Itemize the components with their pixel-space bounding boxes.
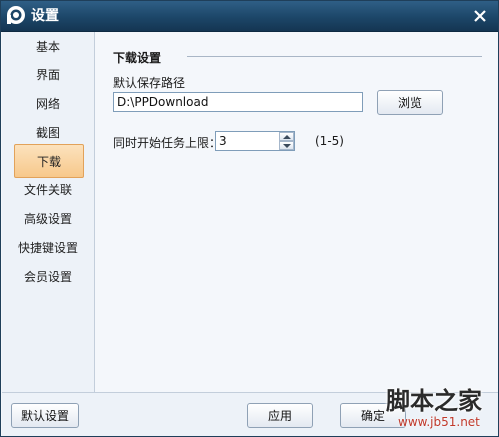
ok-button[interactable]: 确定 xyxy=(340,403,406,428)
spin-up-icon[interactable] xyxy=(279,132,294,141)
settings-window: 设置 基本 界面 网络 截图 下载 文件关联 高级设置 快捷键设置 会员设置 下… xyxy=(0,0,499,437)
section-title: 下载设置 xyxy=(113,51,162,65)
sidebar-item-interface[interactable]: 界面 xyxy=(2,62,94,88)
settings-sidebar: 基本 界面 网络 截图 下载 文件关联 高级设置 快捷键设置 会员设置 xyxy=(2,32,95,392)
default-settings-button[interactable]: 默认设置 xyxy=(11,403,79,428)
section-divider xyxy=(187,56,482,57)
task-limit-range: (1-5) xyxy=(315,134,344,148)
download-settings-panel: 下载设置 默认保存路径 浏览 同时开始任务上限： (1-5) xyxy=(95,32,498,392)
sidebar-item-advanced[interactable]: 高级设置 xyxy=(2,206,94,232)
sidebar-item-hotkeys[interactable]: 快捷键设置 xyxy=(2,235,94,261)
close-icon[interactable] xyxy=(470,6,490,26)
save-path-input[interactable] xyxy=(113,92,363,112)
spin-down-icon[interactable] xyxy=(279,141,294,150)
app-logo-icon xyxy=(7,6,25,24)
save-path-label: 默认保存路径 xyxy=(113,76,186,90)
footer-bar: 默认设置 应用 确定 xyxy=(2,392,498,436)
task-limit-label: 同时开始任务上限： xyxy=(113,136,222,150)
browse-button[interactable]: 浏览 xyxy=(377,90,443,115)
window-title: 设置 xyxy=(31,8,59,24)
sidebar-item-download[interactable]: 下载 xyxy=(14,144,84,178)
task-limit-stepper xyxy=(215,131,295,151)
sidebar-item-network[interactable]: 网络 xyxy=(2,91,94,117)
sidebar-item-membership[interactable]: 会员设置 xyxy=(2,264,94,290)
sidebar-item-basic[interactable]: 基本 xyxy=(2,34,94,60)
task-limit-input[interactable] xyxy=(216,132,282,150)
sidebar-item-file-association[interactable]: 文件关联 xyxy=(2,177,94,203)
sidebar-item-screenshot[interactable]: 截图 xyxy=(2,120,94,146)
title-bar: 设置 xyxy=(1,1,498,32)
apply-button[interactable]: 应用 xyxy=(247,403,313,428)
